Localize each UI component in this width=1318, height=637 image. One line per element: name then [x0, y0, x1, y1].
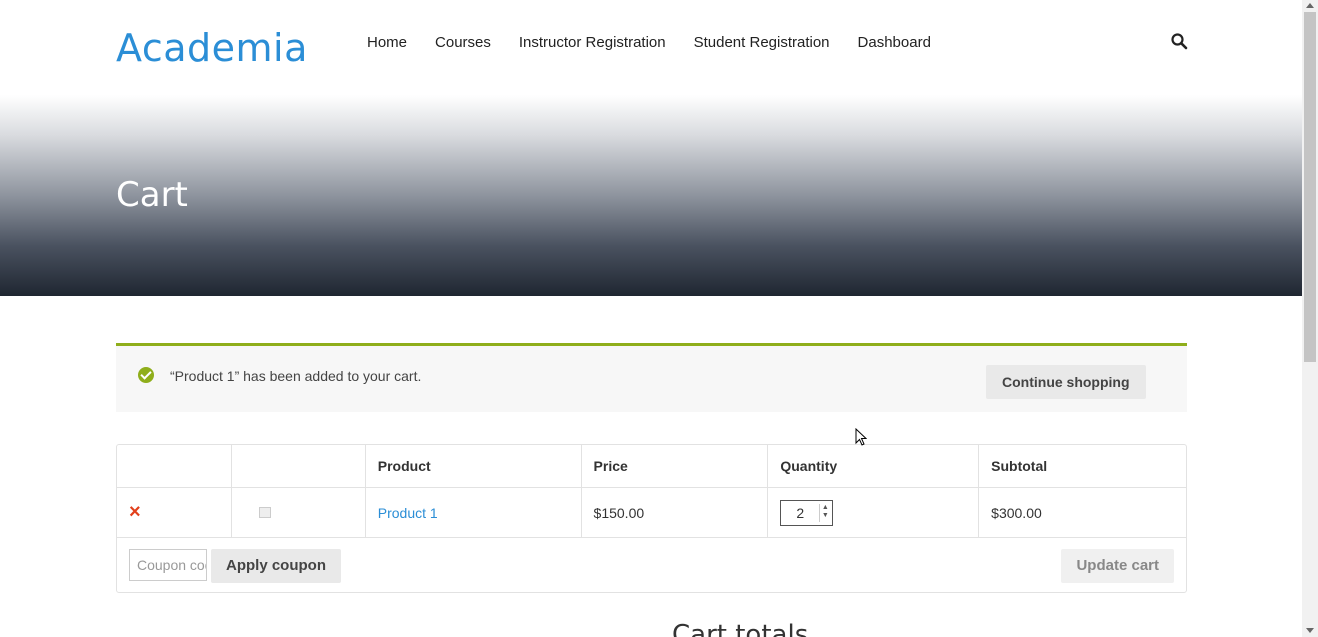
header-remove — [117, 445, 232, 488]
subtotal-cell: $300.00 — [978, 487, 1186, 538]
quantity-value: 2 — [796, 504, 805, 521]
remove-cell: × — [117, 487, 232, 538]
nav-item-student-registration[interactable]: Student Registration — [694, 34, 830, 51]
notice-message: “Product 1” has been added to your cart. — [170, 368, 422, 384]
nav-item-instructor-registration[interactable]: Instructor Registration — [519, 34, 666, 51]
product-link[interactable]: Product 1 — [378, 505, 438, 521]
nav-item-home[interactable]: Home — [367, 34, 407, 51]
header-price: Price — [581, 445, 769, 488]
nav-item-courses[interactable]: Courses — [435, 34, 491, 51]
header-product: Product — [365, 445, 582, 488]
spinner-arrows-icon[interactable]: ▲ ▼ — [819, 503, 830, 522]
page: Academia Home Courses Instructor Registr… — [0, 0, 1302, 637]
product-thumbnail[interactable] — [258, 506, 271, 518]
main-nav: Home Courses Instructor Registration Stu… — [367, 34, 931, 51]
check-circle-icon — [138, 367, 154, 383]
page-title: Cart — [116, 175, 188, 215]
scrollbar-thumb[interactable] — [1304, 12, 1316, 362]
vertical-scrollbar[interactable] — [1302, 0, 1318, 637]
cart-totals-heading: Cart totals — [672, 620, 809, 637]
coupon-code-input[interactable]: Coupon code — [129, 549, 207, 581]
price-cell: $150.00 — [581, 487, 769, 538]
apply-coupon-button[interactable]: Apply coupon — [211, 549, 341, 583]
cart-table: Product Price Quantity Subtotal × Produc… — [116, 444, 1187, 593]
product-cell: Product 1 — [365, 487, 582, 538]
scroll-up-arrow-icon[interactable] — [1306, 3, 1314, 8]
nav-item-dashboard[interactable]: Dashboard — [858, 34, 931, 51]
table-header-row: Product Price Quantity Subtotal — [117, 445, 1186, 488]
cart-notice: “Product 1” has been added to your cart.… — [116, 343, 1187, 412]
cart-actions: Coupon code Apply coupon Update cart — [117, 537, 1186, 592]
thumbnail-cell — [231, 487, 366, 538]
update-cart-button[interactable]: Update cart — [1061, 549, 1174, 583]
page-hero: Cart — [0, 95, 1302, 296]
continue-shopping-button[interactable]: Continue shopping — [986, 365, 1146, 399]
mouse-cursor-icon — [855, 428, 867, 446]
header-quantity: Quantity — [767, 445, 980, 488]
header-thumbnail — [231, 445, 366, 488]
site-header: Academia Home Courses Instructor Registr… — [0, 0, 1302, 95]
scroll-down-arrow-icon[interactable] — [1306, 628, 1314, 633]
search-icon[interactable] — [1170, 32, 1188, 50]
site-logo[interactable]: Academia — [116, 26, 308, 70]
quantity-cell: 2 ▲ ▼ — [767, 487, 980, 538]
remove-item-icon[interactable]: × — [129, 501, 141, 523]
quantity-stepper[interactable]: 2 ▲ ▼ — [780, 499, 834, 526]
table-row: × Product 1 $150.00 2 ▲ ▼ $300.00 — [117, 487, 1186, 538]
header-subtotal: Subtotal — [978, 445, 1186, 488]
